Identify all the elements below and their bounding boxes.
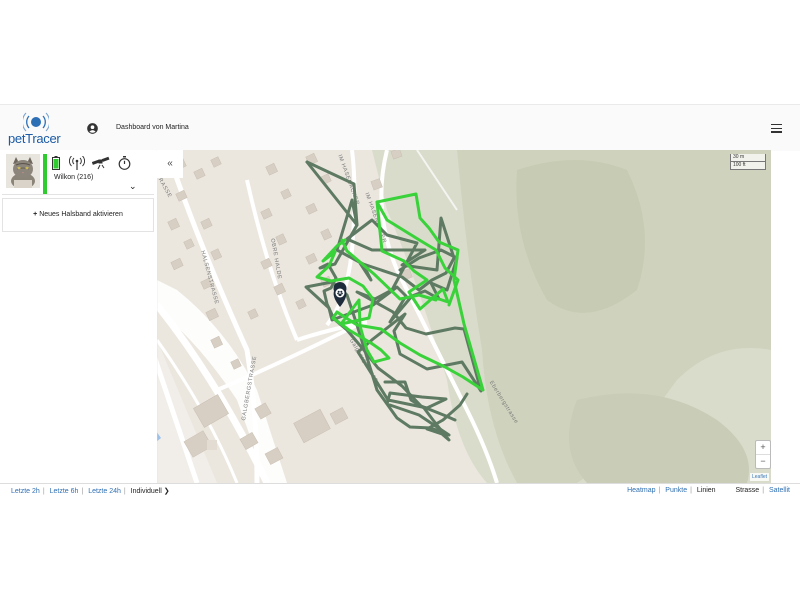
zoom-out-button[interactable]: − bbox=[756, 455, 770, 468]
zoom-in-button[interactable]: + bbox=[756, 441, 770, 455]
pet-avatar bbox=[6, 154, 40, 188]
pet-location-marker bbox=[333, 282, 347, 307]
mode-heatmap[interactable]: Heatmap bbox=[627, 487, 655, 494]
satellite-icon bbox=[92, 156, 110, 170]
logo-signal-icon bbox=[23, 112, 49, 132]
range-last-6h[interactable]: Letzte 6h bbox=[50, 488, 79, 495]
map-attribution[interactable]: Leaflet bbox=[749, 473, 769, 481]
track-dark bbox=[304, 160, 483, 437]
hamburger-menu-icon[interactable] bbox=[771, 124, 782, 133]
signal-icon bbox=[69, 156, 85, 170]
app-window: petTracer Dashboard von Martina Wilkon (… bbox=[0, 104, 800, 498]
range-last-2h[interactable]: Letzte 2h bbox=[11, 488, 40, 495]
map-scale: 30 m 100 ft bbox=[730, 154, 766, 170]
logo-text: petTracer bbox=[8, 131, 61, 146]
chevron-down-icon[interactable]: ⌄ bbox=[129, 181, 137, 192]
range-last-24h[interactable]: Letzte 24h bbox=[88, 488, 121, 495]
footer-bar: Letzte 2h | Letzte 6h | Letzte 24h | Indivi… bbox=[0, 483, 800, 498]
header: petTracer Dashboard von Martina bbox=[0, 104, 800, 151]
maptype-street[interactable]: Strasse bbox=[735, 487, 759, 494]
scale-metric: 30 m bbox=[730, 154, 766, 162]
pet-status-bar bbox=[43, 154, 47, 194]
collapse-sidebar-button[interactable]: « bbox=[157, 150, 183, 178]
dashboard-title: Dashboard von Martina bbox=[116, 124, 189, 131]
add-collar-label: Neues Halsband aktivieren bbox=[39, 211, 123, 218]
add-collar-button[interactable]: + Neues Halsband aktivieren bbox=[2, 198, 154, 232]
battery-icon bbox=[52, 156, 60, 170]
zoom-control: + − bbox=[755, 440, 771, 469]
mode-lines[interactable]: Linien bbox=[697, 487, 716, 494]
range-individual[interactable]: Individuell ❯ bbox=[131, 488, 170, 495]
mode-points[interactable]: Punkte bbox=[665, 487, 687, 494]
track-dark bbox=[383, 380, 469, 442]
scale-imperial: 100 ft bbox=[730, 162, 766, 170]
user-account-icon[interactable] bbox=[87, 123, 98, 134]
sidebar: Wilkon (216) ⌄ + Neues Halsband aktivier… bbox=[0, 150, 156, 483]
map-view[interactable]: IM HASENACKER IM HASENACKER OBRE HALDE H… bbox=[157, 150, 771, 483]
pet-card[interactable]: Wilkon (216) ⌄ bbox=[2, 152, 154, 195]
gps-track bbox=[304, 160, 485, 442]
maptype-satellite[interactable]: Satellit bbox=[769, 487, 790, 494]
pet-name: Wilkon (216) bbox=[54, 174, 94, 181]
stopwatch-icon bbox=[118, 156, 131, 170]
pettracer-logo[interactable]: petTracer bbox=[6, 111, 66, 147]
plus-icon: + bbox=[33, 211, 38, 218]
